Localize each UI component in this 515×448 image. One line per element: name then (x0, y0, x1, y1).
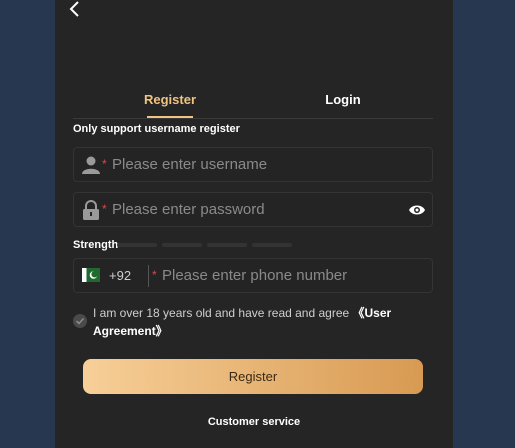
tab-login[interactable]: Login (303, 92, 383, 118)
lock-icon (83, 200, 99, 220)
tabs-divider (73, 118, 433, 119)
phone-divider (148, 265, 149, 287)
check-circle-icon (75, 317, 85, 325)
register-button[interactable]: Register (83, 359, 423, 394)
password-input[interactable] (112, 193, 392, 226)
agreement-text: I am over 18 years old and have read and… (93, 304, 413, 340)
strength-bar (117, 243, 157, 247)
username-required-mark: * (102, 157, 107, 171)
password-required-mark: * (102, 202, 107, 216)
strength-bar (162, 243, 202, 247)
user-icon (82, 156, 100, 174)
register-panel: Register Login Only support username reg… (55, 0, 453, 448)
strength-label: Strength (73, 239, 119, 251)
tab-register[interactable]: Register (133, 92, 207, 118)
phone-required-mark: * (152, 268, 157, 282)
country-code[interactable]: +92 (109, 268, 131, 283)
chevron-left-icon (69, 1, 79, 17)
register-hint: Only support username register (73, 123, 240, 135)
toggle-password-visibility[interactable] (408, 202, 426, 218)
customer-service-link[interactable]: Customer service (55, 416, 453, 428)
agree-checkbox[interactable] (73, 314, 87, 328)
username-field: * (73, 147, 433, 182)
username-input[interactable] (112, 148, 412, 181)
pakistan-flag-icon[interactable] (82, 268, 100, 282)
back-button[interactable] (67, 0, 83, 20)
password-field: * (73, 192, 433, 227)
auth-tabs: Register Login (73, 92, 433, 120)
phone-input[interactable] (162, 259, 422, 292)
strength-bar (252, 243, 292, 247)
eye-icon (409, 205, 425, 215)
strength-bar (207, 243, 247, 247)
phone-field: +92 * (73, 258, 433, 293)
agreement-statement: I am over 18 years old and have read and… (93, 306, 353, 320)
